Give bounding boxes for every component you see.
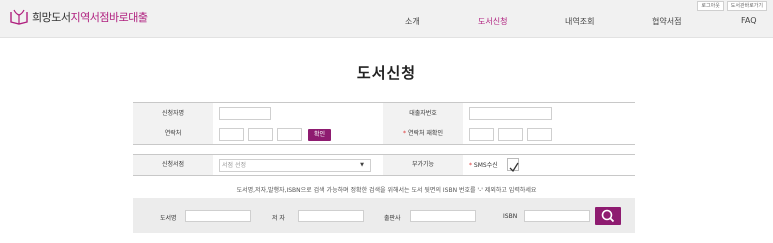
- nav-item-faq[interactable]: FAQ: [741, 16, 757, 25]
- author-search-input[interactable]: [298, 210, 364, 222]
- publisher-search-label: 출판사: [384, 215, 401, 222]
- confirm-button[interactable]: 확인: [308, 129, 331, 141]
- author-search-label: 저 자: [272, 215, 285, 222]
- utility-links: 로그아웃 도서관바로가기: [697, 1, 767, 11]
- contact-reconfirm-label: 연락처 재확인: [407, 130, 443, 137]
- extra-function-label: 부가기능: [383, 155, 463, 175]
- sms-checkbox[interactable]: [507, 158, 519, 173]
- bookstore-label: 신청서점: [133, 155, 213, 175]
- nav-item-intro[interactable]: 소개: [405, 16, 420, 27]
- site-header: 희망도서 지역서점바로대출 로그아웃 도서관바로가기 소개 도서신청 내역조회 …: [0, 0, 773, 38]
- nav-item-book-request[interactable]: 도서신청: [478, 16, 507, 27]
- isbn-search-label: ISBN: [503, 213, 518, 220]
- applicant-name-field[interactable]: [219, 107, 271, 120]
- contact-label: 연락처: [133, 124, 213, 144]
- search-notice: 도서명,저자,발행자,ISBN으로 검색 가능하며 정확한 검색을 위해서는 도…: [236, 187, 537, 194]
- applicant-name-label: 신청자명: [133, 103, 213, 124]
- search-icon: [601, 209, 615, 223]
- reconfirm-part1-field[interactable]: [469, 128, 494, 141]
- search-button[interactable]: [595, 207, 621, 225]
- nav-item-history[interactable]: 내역조회: [565, 16, 594, 27]
- dropdown-arrow-icon: ▼: [360, 162, 364, 168]
- book-search-bar: 도서명 저 자 출판사 ISBN: [133, 198, 635, 233]
- phone-part2-field[interactable]: [248, 128, 273, 141]
- reconfirm-part3-field[interactable]: [527, 128, 552, 141]
- library-shortcut-link[interactable]: 도서관바로가기: [726, 1, 767, 11]
- page-title: 도서신청: [356, 64, 417, 82]
- sms-label: SMS수신: [473, 162, 498, 169]
- title-search-label: 도서명: [160, 215, 177, 222]
- checkmark-icon: [509, 162, 519, 173]
- sms-option: * SMS수신: [469, 160, 498, 169]
- borrower-number-field[interactable]: [469, 107, 552, 120]
- phone-part3-field[interactable]: [277, 128, 302, 141]
- logout-link[interactable]: 로그아웃: [697, 1, 724, 11]
- required-mark: *: [403, 130, 407, 137]
- publisher-search-input[interactable]: [410, 210, 476, 222]
- contact-reconfirm-label-cell: * 연락처 재확인: [383, 124, 463, 144]
- bookstore-select-value: 서점 선정: [222, 162, 246, 169]
- main-nav: 소개 도서신청 내역조회 협약서점 FAQ: [0, 14, 773, 28]
- borrower-number-label: 대출자번호: [383, 103, 463, 124]
- title-search-input[interactable]: [185, 210, 251, 222]
- isbn-search-input[interactable]: [524, 210, 590, 222]
- required-mark: *: [469, 162, 472, 169]
- bookstore-select[interactable]: 서점 선정 ▼: [219, 159, 371, 172]
- nav-item-partner-stores[interactable]: 협약서점: [652, 16, 681, 27]
- applicant-info-section: 신청자명 연락처 확인 대출자번호 * 연락처 재확인: [133, 102, 635, 145]
- phone-part1-field[interactable]: [219, 128, 244, 141]
- bookstore-section: 신청서점 서점 선정 ▼ 부가기능 * SMS수신: [133, 154, 635, 176]
- reconfirm-part2-field[interactable]: [498, 128, 523, 141]
